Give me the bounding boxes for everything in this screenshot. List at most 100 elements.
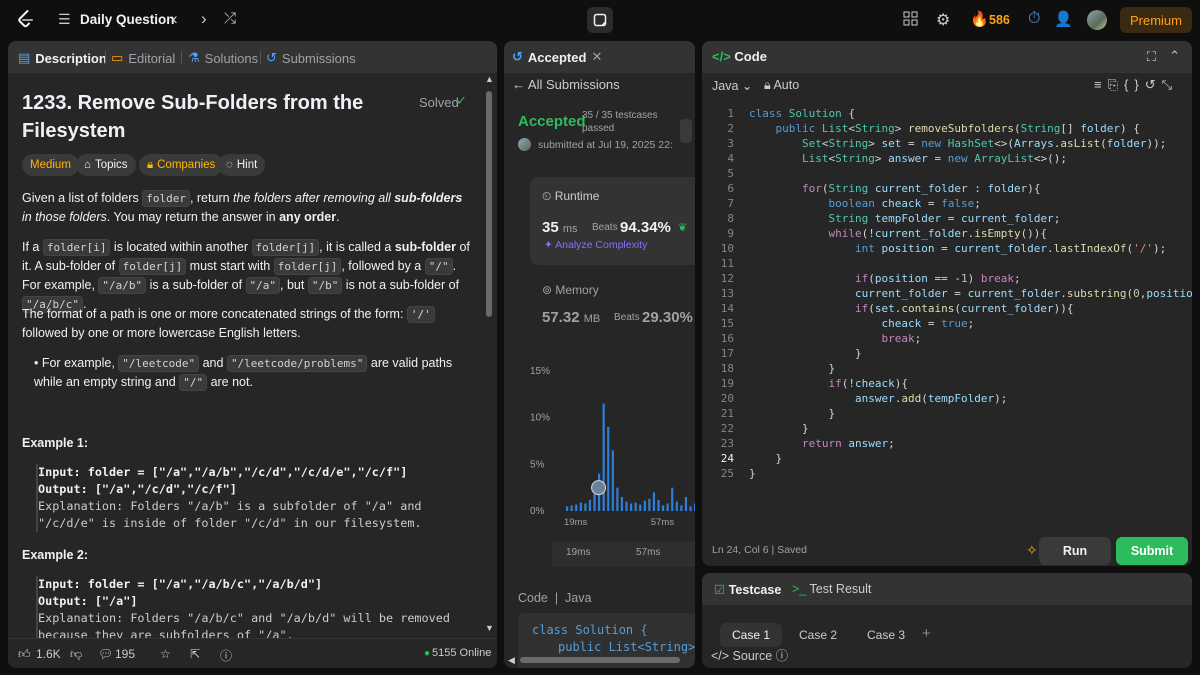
chart-bar[interactable] [684,497,688,511]
your-submission-marker[interactable] [591,480,607,496]
avatar[interactable] [1087,10,1107,30]
chart-bar[interactable] [602,403,605,511]
streak-count[interactable]: 586 [989,13,1010,27]
fullscreen-icon[interactable]: ⛶ [1147,49,1156,65]
runtime-distribution-chart[interactable]: 15% 10% 5% 0% 19ms 57ms [530,351,695,531]
next-problem-chevron-right-icon[interactable]: › [201,9,207,29]
bookmark-icon[interactable]: ⎘ [1108,77,1124,92]
like-count[interactable]: 1.6K [36,647,61,661]
tab-accepted[interactable]: ↺ Accepted ✕ [512,49,602,65]
run-button[interactable]: Run [1039,537,1111,565]
chart-range-slider[interactable]: 19ms 57ms [552,541,695,567]
testcases-passed-label: passed [582,123,615,134]
chart-bar[interactable] [639,504,642,511]
chart-bar[interactable] [588,499,592,511]
prev-problem-chevron-left-icon[interactable]: ‹ [172,9,178,29]
chart-bar[interactable] [584,503,587,511]
runtime-card[interactable]: ⏲ Runtime 35 ms Beats 94.34% ❦ [530,177,695,265]
leetcode-logo-icon[interactable] [14,8,38,32]
chart-bar[interactable] [607,427,610,511]
submission-tab-bar: ↺ Accepted ✕ [504,41,695,73]
share-icon[interactable]: ⇱ [190,647,200,661]
chart-bar[interactable] [675,501,678,511]
like-icon[interactable]: 👍︎ [18,647,31,662]
scroll-up-icon[interactable]: ▲ [485,74,494,84]
analyze-complexity-link[interactable]: ✦ Analyze Complexity [544,239,647,251]
layout-grid-icon[interactable] [903,11,919,27]
flame-icon[interactable]: 🔥 [970,10,989,28]
close-icon[interactable]: ✕ [591,49,602,65]
chart-bar[interactable] [593,494,596,511]
horizontal-scrollbar-thumb[interactable] [520,657,680,663]
all-submissions-link[interactable]: ← All Submissions [512,77,620,92]
auto-mode-toggle[interactable]: 🔒︎ Auto [764,78,799,93]
companies-button[interactable]: 🔒︎ Companies [139,154,224,176]
chart-bar[interactable] [570,505,573,511]
add-case-plus-icon[interactable]: + [922,625,931,642]
tab-editorial[interactable]: ▭ Editorial [111,50,175,66]
chart-bar[interactable] [657,499,660,511]
scroll-left-icon[interactable]: ◀ [508,655,515,666]
chart-bar[interactable] [652,492,656,511]
list-icon[interactable]: ☰ [58,11,71,28]
case-tab-3[interactable]: Case 3 [855,623,917,647]
scrollbar-thumb[interactable] [486,91,492,317]
chart-bar[interactable] [634,502,637,511]
gear-icon[interactable]: ⚙ [936,10,950,30]
chart-bar[interactable] [671,487,674,511]
submit-button[interactable]: Submit [1116,537,1188,565]
chart-bar[interactable] [648,498,651,511]
chart-bar[interactable] [566,506,569,511]
chart-bar[interactable] [611,450,614,511]
chart-bar[interactable] [689,506,692,511]
topics-button[interactable]: ⌂ Topics [76,154,136,176]
scroll-down-icon[interactable]: ▼ [485,623,494,633]
shuffle-icon[interactable]: ⤮ [224,10,236,27]
chart-bar[interactable] [680,505,683,511]
comment-count[interactable]: 195 [115,647,135,661]
tab-code[interactable]: </> Code [712,49,767,64]
ai-assist-icon[interactable]: ✧ [1026,542,1038,559]
problem-title[interactable]: 1233. Remove Sub-Folders from the Filesy… [22,89,402,145]
memory-label-text: Memory [555,283,599,297]
notes-button[interactable] [587,7,613,33]
star-icon[interactable]: ☆ [160,647,171,661]
memory-card[interactable]: ⊚ Memory 57.32 MB Beats 29.30% [530,273,695,339]
code-editor[interactable]: 1 class Solution { 2 public List<String> … [702,105,1192,485]
chart-bar[interactable] [630,503,633,511]
chart-bar[interactable] [662,505,665,511]
tab-testcase[interactable]: ☑ Testcase [714,582,781,597]
tab-description[interactable]: ▤ Description [18,50,107,66]
format-icon[interactable]: ≡ [1094,77,1108,92]
source-link[interactable]: </> Source ⓘ [711,645,788,664]
braces-icon[interactable]: {} [1124,77,1145,92]
case-tab-1[interactable]: Case 1 [720,623,783,647]
premium-button[interactable]: Premium [1120,7,1192,33]
chart-bar[interactable] [643,500,646,511]
hint-button[interactable]: ◌ Hint [218,154,266,176]
help-icon[interactable]: ⓘ [220,647,232,664]
dislike-icon[interactable]: 👎︎ [70,647,82,662]
example-1-line: "/c/d/e" is inside of folder "/c/d" in o… [38,516,422,530]
chart-bar[interactable] [575,504,578,511]
chart-bar[interactable] [625,501,628,511]
comment-icon[interactable]: 💬︎ [98,647,113,661]
editorial-button[interactable] [680,119,692,143]
chart-bar[interactable] [579,502,582,511]
chart-bar[interactable] [616,487,619,511]
tab-solutions[interactable]: ⚗ Solutions [188,50,258,66]
reset-icon[interactable]: ↺ [1145,77,1162,92]
chart-bar[interactable] [666,503,669,511]
expand-icon[interactable]: ⤡ [1162,77,1178,92]
daily-question-link[interactable]: Daily Question [80,12,175,27]
tab-test-result[interactable]: >_ Test Result [792,582,871,596]
timer-icon[interactable]: ⏱ [1028,10,1040,28]
tab-submissions[interactable]: ↺ Submissions [266,50,356,66]
description-tab-bar: ▤ Description ▭ Editorial ⚗ Solutions ↺ … [8,41,497,73]
collapse-chevron-up-icon[interactable]: ⌃ [1169,48,1180,64]
chart-bar[interactable] [620,497,624,511]
case-tab-2[interactable]: Case 2 [787,623,849,647]
chart-bar[interactable] [694,503,695,511]
language-select[interactable]: Java ⌄ [712,78,752,93]
add-user-icon[interactable]: 👤 [1054,10,1073,28]
